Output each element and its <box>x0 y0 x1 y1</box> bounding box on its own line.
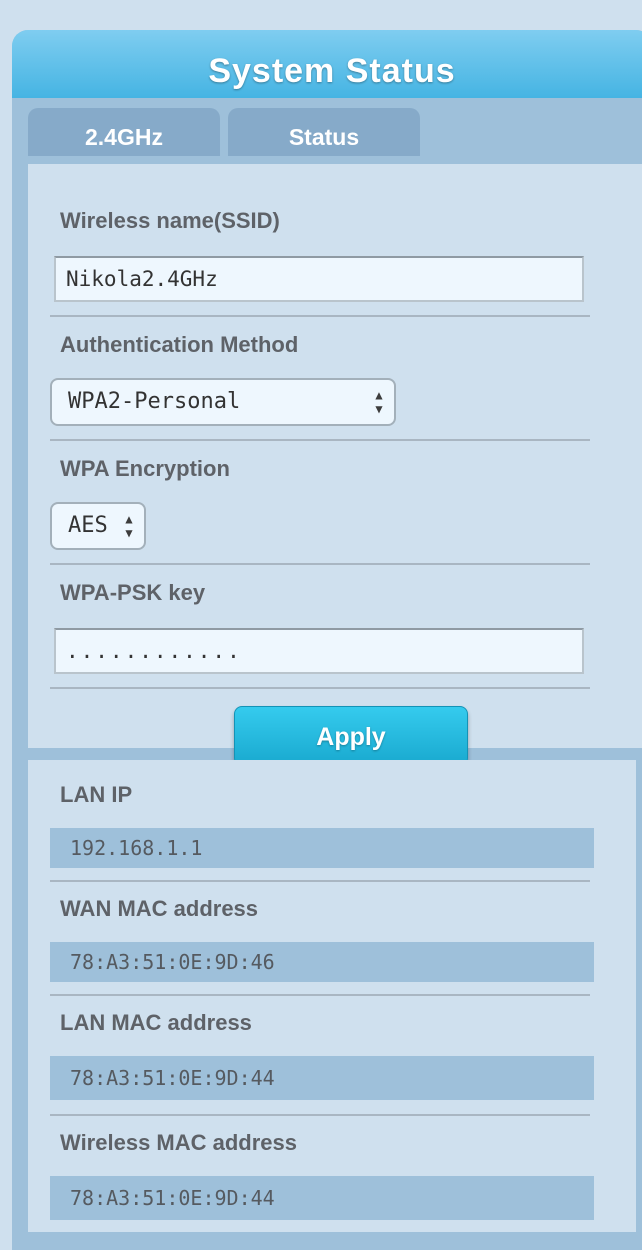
lan-mac-value: 78:A3:51:0E:9D:44 <box>50 1056 594 1100</box>
tab-status[interactable]: Status <box>228 108 420 156</box>
up-down-arrows-icon: ▲ ▼ <box>375 388 383 416</box>
auth-method-label: Authentication Method <box>60 332 299 357</box>
divider <box>50 880 590 882</box>
divider <box>50 994 590 996</box>
divider <box>50 315 590 317</box>
lan-ip-label: LAN IP <box>60 782 133 807</box>
wireless-mac-value: 78:A3:51:0E:9D:44 <box>50 1176 594 1220</box>
wpa-psk-key-label: WPA-PSK key <box>60 580 206 605</box>
wpa-psk-key-input[interactable] <box>54 628 584 674</box>
divider <box>50 687 590 689</box>
ssid-input[interactable] <box>54 256 584 302</box>
divider <box>50 563 590 565</box>
lan-mac-label: LAN MAC address <box>60 1010 252 1035</box>
panel-title: System Status <box>208 52 456 90</box>
auth-method-select[interactable]: WPA2-Personal ▲ ▼ <box>50 378 396 426</box>
wireless-settings-card: Wireless name(SSID) Authentication Metho… <box>28 164 642 766</box>
wan-mac-value: 78:A3:51:0E:9D:46 <box>50 942 594 982</box>
wpa-encryption-value: AES <box>68 513 108 538</box>
panel-header: System Status <box>12 30 642 98</box>
divider <box>50 1114 590 1116</box>
auth-method-value: WPA2-Personal <box>68 389 241 414</box>
wan-mac-label: WAN MAC address <box>60 896 259 921</box>
apply-button[interactable]: Apply <box>234 706 468 766</box>
ssid-label: Wireless name(SSID) <box>60 208 280 233</box>
lan-ip-value: 192.168.1.1 <box>50 828 594 868</box>
wpa-encryption-select[interactable]: AES ▲ ▼ <box>50 502 146 550</box>
wireless-mac-label: Wireless MAC address <box>60 1130 298 1155</box>
up-down-arrows-icon: ▲ ▼ <box>125 512 133 540</box>
wpa-encryption-label: WPA Encryption <box>60 456 230 481</box>
tab-2-4ghz[interactable]: 2.4GHz <box>28 108 220 156</box>
system-status-panel: System Status 2.4GHz Status Wireless nam… <box>12 30 642 1250</box>
status-card: LAN IP 192.168.1.1 WAN MAC address 78:A3… <box>28 760 636 1232</box>
divider <box>50 439 590 441</box>
